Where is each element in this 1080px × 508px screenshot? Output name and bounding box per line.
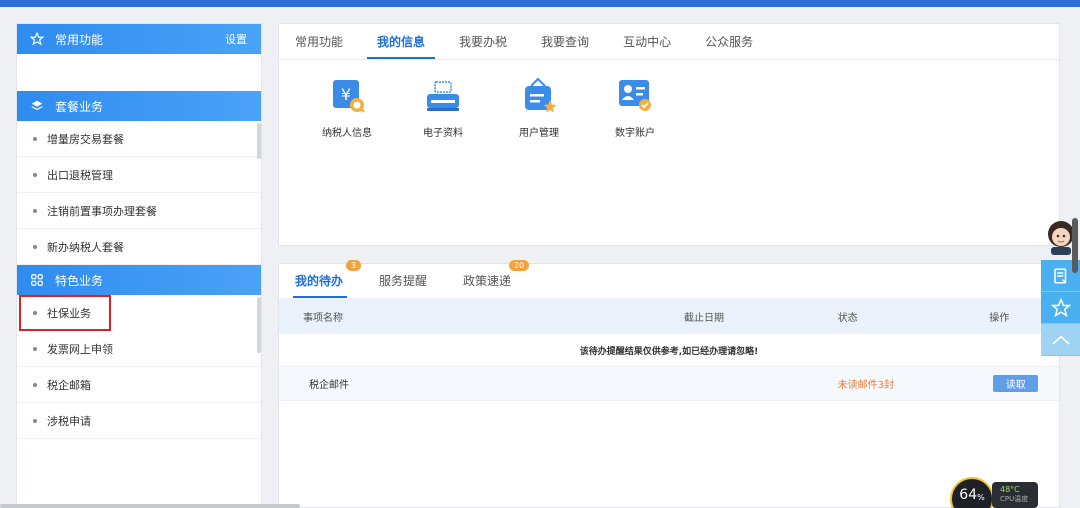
sidebar-header-special[interactable]: 特色业务 (17, 265, 261, 295)
app-icons-row: ¥ 纳税人信息 电子资料 用户管理 数字账户 (279, 60, 1059, 139)
row-status: 未读邮件3封 (837, 380, 894, 391)
package-scrollbar[interactable] (257, 123, 261, 159)
bullet-icon (33, 382, 37, 387)
grid-icon (29, 272, 45, 288)
sidebar-item-label: 增量房交易套餐 (47, 132, 124, 146)
favorite-button[interactable] (1041, 292, 1080, 324)
row-name: 税企邮件 (309, 380, 349, 391)
tab-label: 服务提醒 (379, 274, 428, 288)
tab-my-info[interactable]: 我的信息 (367, 33, 436, 59)
common-functions-area (17, 54, 261, 91)
bullet-icon (33, 310, 37, 315)
app-label: 用户管理 (519, 128, 559, 139)
count-badge: 3 (345, 260, 362, 271)
app-label: 纳税人信息 (322, 128, 372, 139)
cpu-usage-gauge: 64% (950, 477, 994, 508)
sidebar: 常用功能 设置 套餐业务 增量房交易套餐 出口退税管理 注销前置事项办理套餐 新… (16, 23, 262, 508)
bullet-icon (33, 244, 37, 249)
table-row: 税企邮件 未读邮件3封 读取 (279, 367, 1059, 401)
sidebar-item-label: 注销前置事项办理套餐 (47, 204, 157, 218)
top-bar (0, 0, 1080, 7)
read-button[interactable]: 读取 (993, 375, 1039, 392)
page-scrollbar[interactable] (1072, 218, 1078, 273)
chevron-up-icon (1051, 335, 1070, 345)
bullet-icon (33, 346, 37, 351)
sidebar-item-label: 社保业务 (47, 306, 91, 320)
cpu-temp: 48°C (1000, 485, 1020, 494)
column-header-name: 事项名称 (303, 312, 343, 324)
tab-service-reminder[interactable]: 服务提醒 (379, 272, 427, 298)
app-user-management[interactable]: 用户管理 (491, 76, 587, 139)
bullet-icon (33, 208, 37, 213)
sidebar-item-deregistration[interactable]: 注销前置事项办理套餐 (17, 193, 261, 229)
table-header: 事项名称 截止日期 状态 操作 (279, 298, 1059, 334)
cpu-temp-box: 48°C CPU温度 (992, 482, 1038, 508)
app-label: 数字账户 (615, 128, 655, 139)
tab-policy-express[interactable]: 政策速递 20 (463, 260, 530, 298)
layers-icon (29, 98, 45, 114)
tab-label: 政策速递 (463, 274, 512, 288)
sidebar-item-package-housing[interactable]: 增量房交易套餐 (17, 121, 261, 157)
column-header-deadline: 截止日期 (684, 312, 724, 324)
document-icon (1053, 268, 1066, 283)
column-header-status: 状态 (837, 312, 858, 324)
app-electronic-docs[interactable]: 电子资料 (395, 76, 491, 139)
sidebar-header-title: 套餐业务 (55, 99, 104, 114)
star-outline-icon (1050, 297, 1071, 317)
sidebar-item-label: 涉税申请 (47, 414, 91, 428)
sidebar-item-new-taxpayer[interactable]: 新办纳税人套餐 (17, 229, 261, 265)
todo-notice: 该待办提醒结果仅供参考,如已经办理请忽略! (279, 334, 1059, 367)
app-label: 电子资料 (423, 128, 463, 139)
sidebar-item-label: 税企邮箱 (47, 378, 91, 392)
user-management-icon (525, 77, 557, 113)
horizontal-scrollbar[interactable] (0, 504, 300, 508)
star-icon (29, 31, 45, 47)
tab-do-tax[interactable]: 我要办税 (459, 33, 507, 59)
tab-common-functions[interactable]: 常用功能 (295, 33, 343, 59)
package-list: 增量房交易套餐 出口退税管理 注销前置事项办理套餐 新办纳税人套餐 (17, 121, 261, 265)
my-info-panel: 常用功能 我的信息 我要办税 我要查询 互动中心 公众服务 ¥ 纳税人信息 电子… (278, 23, 1060, 246)
cpu-monitor-widget: 64% 48°C CPU温度 (950, 477, 1040, 508)
count-badge: 20 (508, 260, 530, 271)
special-scrollbar[interactable] (257, 297, 261, 353)
svg-text:¥: ¥ (341, 85, 351, 104)
sidebar-header-title: 常用功能 (55, 32, 104, 47)
special-list: 社保业务 发票网上申领 税企邮箱 涉税申请 (17, 295, 261, 439)
sidebar-header-common[interactable]: 常用功能 设置 (17, 24, 261, 54)
tab-query[interactable]: 我要查询 (541, 33, 589, 59)
tab-interaction-center[interactable]: 互动中心 (623, 33, 671, 59)
todo-tabs: 我的待办 3 服务提醒 政策速递 20 (279, 260, 1059, 298)
bullet-icon (33, 136, 37, 141)
tab-my-todo[interactable]: 我的待办 3 (292, 260, 362, 298)
sidebar-item-invoice-online[interactable]: 发票网上申领 (17, 331, 261, 367)
sidebar-item-label: 出口退税管理 (47, 168, 113, 182)
sidebar-item-social-security[interactable]: 社保业务 (19, 295, 111, 331)
bullet-icon (33, 172, 37, 177)
settings-link[interactable]: 设置 (225, 31, 247, 47)
electronic-docs-icon (427, 81, 459, 111)
tab-public-service[interactable]: 公众服务 (705, 33, 753, 59)
back-to-top-button[interactable] (1041, 324, 1080, 356)
cpu-temp-label: CPU温度 (1000, 495, 1029, 503)
sidebar-header-package[interactable]: 套餐业务 (17, 91, 261, 121)
sidebar-item-tax-mailbox[interactable]: 税企邮箱 (17, 367, 261, 403)
app-digital-account[interactable]: 数字账户 (587, 76, 683, 139)
todo-panel: 我的待办 3 服务提醒 政策速递 20 事项名称 截止日期 状态 操作 该待办提… (278, 260, 1060, 508)
sidebar-item-export-rebate[interactable]: 出口退税管理 (17, 157, 261, 193)
main-tabs: 常用功能 我的信息 我要办税 我要查询 互动中心 公众服务 (279, 24, 1059, 60)
sidebar-item-tax-application[interactable]: 涉税申请 (17, 403, 261, 439)
sidebar-item-label: 新办纳税人套餐 (47, 240, 124, 254)
app-taxpayer-info[interactable]: ¥ 纳税人信息 (299, 76, 395, 139)
cpu-percent: 64 (959, 487, 978, 503)
bullet-icon (33, 418, 37, 423)
sidebar-header-title: 特色业务 (55, 273, 104, 288)
sidebar-item-label: 发票网上申领 (47, 342, 113, 356)
digital-account-icon (619, 80, 651, 111)
taxpayer-info-icon: ¥ (333, 80, 365, 113)
cpu-unit: % (977, 493, 985, 502)
tab-label: 我的待办 (295, 274, 344, 288)
